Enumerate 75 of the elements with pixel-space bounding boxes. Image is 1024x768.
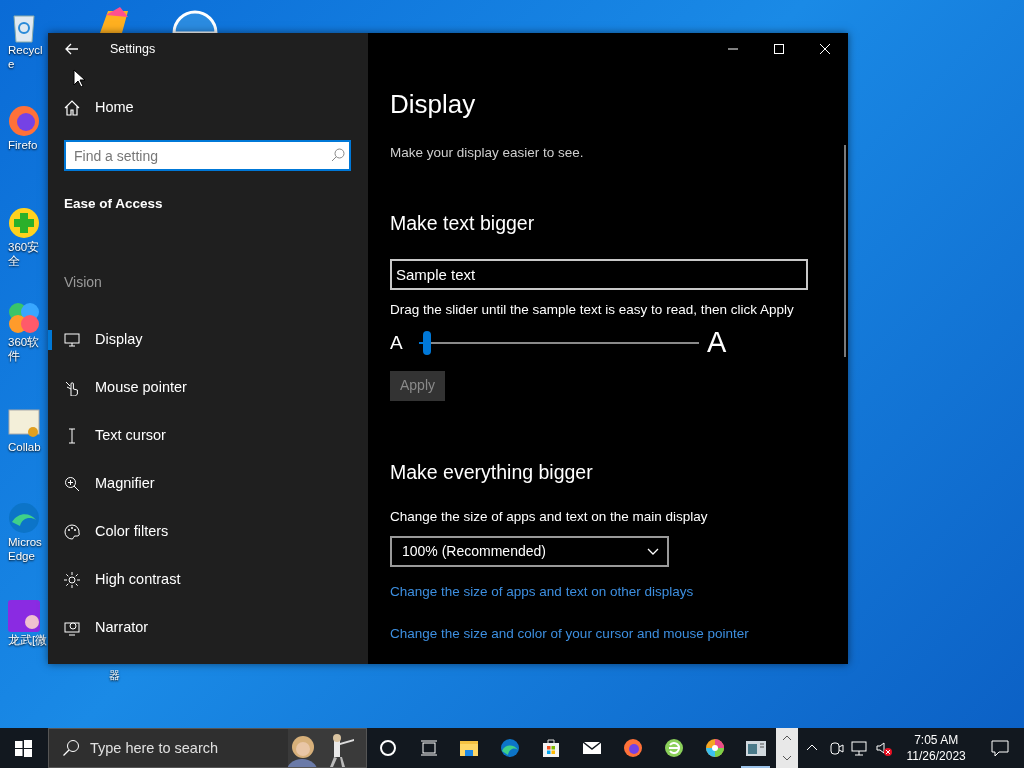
icon-label: Recycle <box>7 44 44 72</box>
wave-icon <box>500 738 521 758</box>
desktop-text: 器 <box>109 668 120 683</box>
window-title: Settings <box>110 40 156 58</box>
network-icon[interactable] <box>851 740 870 756</box>
icon-label: Collab <box>7 441 42 455</box>
nav-item[interactable]: Display <box>48 316 368 365</box>
search-field[interactable]: Find a setting <box>64 140 351 171</box>
close-icon <box>820 44 830 54</box>
windows-logo-icon <box>15 739 33 757</box>
muted-speaker-icon[interactable] <box>875 740 894 756</box>
palette-icon <box>63 524 80 541</box>
taskbar-search-box[interactable]: Type here to search <box>47 728 368 768</box>
clock-date[interactable]: 11/26/2023 <box>896 748 977 765</box>
hand-pointer-icon <box>63 380 80 397</box>
nav-item[interactable]: Color filters <box>48 508 368 557</box>
text-size-slider[interactable] <box>419 330 699 355</box>
page-title: Display <box>390 89 477 121</box>
globe-icon <box>664 738 684 758</box>
wave-icon <box>6 500 42 536</box>
task-view-icon <box>418 738 439 758</box>
page-subtitle: Make your display easier to see. <box>390 144 585 163</box>
plus-shield-icon <box>6 205 42 241</box>
link[interactable]: Change the size and color of your cursor and mouse pointer <box>390 623 848 644</box>
magnifier-icon <box>63 476 80 493</box>
section-heading: Make text bigger <box>390 211 536 237</box>
nav-item[interactable]: Text cursor <box>48 412 368 461</box>
slider-thumb[interactable] <box>422 330 431 355</box>
back-arrow-icon <box>65 43 79 55</box>
folder-icon <box>459 738 480 758</box>
icon-label: Firefo <box>7 139 39 153</box>
circle-icon <box>377 738 398 758</box>
icon-label: 360软件 <box>7 336 41 364</box>
search-icon <box>61 739 80 757</box>
taskbar-search-field[interactable]: Type here to search <box>89 733 280 763</box>
nav-item[interactable]: Magnifier <box>48 460 368 509</box>
swirl-icon <box>704 738 725 758</box>
clock-time[interactable]: 7:05 AM <box>896 731 977 748</box>
scale-dropdown[interactable]: 100% (Recommended) <box>390 536 669 568</box>
icon-label: 360安全 <box>7 241 41 269</box>
fox-icon <box>6 103 42 139</box>
petals-icon <box>6 300 42 336</box>
nav-item[interactable]: Mouse pointer <box>48 364 368 413</box>
store-icon <box>541 738 562 758</box>
scrollbar[interactable] <box>844 145 846 357</box>
instruction-text: Drag the slider until the sample text is easy to read, then click Apply <box>390 300 795 319</box>
fox-icon <box>623 738 644 758</box>
nav-item[interactable]: Narrator <box>48 604 368 653</box>
small-a-label: A <box>390 330 404 355</box>
nav-item[interactable]: High contrast <box>48 556 368 605</box>
camera-icon[interactable] <box>828 740 845 756</box>
game-icon <box>6 598 42 634</box>
home-link[interactable]: Home <box>95 97 134 119</box>
chevron-down-icon <box>647 547 659 556</box>
monitor-icon <box>63 332 80 349</box>
sun-icon <box>63 572 80 589</box>
maximize-icon <box>774 44 784 54</box>
sample-text-box: Sample text <box>390 258 808 290</box>
mouse-cursor-icon <box>73 69 85 87</box>
notification-icon <box>991 739 1010 757</box>
section-heading: Ease of Access <box>64 195 164 213</box>
icon-label: Micros Edge <box>7 536 43 564</box>
app-window-icon <box>744 738 767 758</box>
section-heading: Make everything bigger <box>390 459 594 485</box>
link[interactable]: Change the size of apps and text on other displays <box>390 582 848 603</box>
narrator-icon <box>63 620 80 637</box>
taskbar-scroll[interactable] <box>776 728 799 768</box>
home-icon <box>63 100 80 116</box>
group-label: Vision <box>64 273 103 293</box>
field-label: Change the size of apps and text on the main display <box>390 508 709 527</box>
chevron-up-icon <box>782 735 793 741</box>
icon-label: 龙武[微 <box>7 634 48 648</box>
large-a-label: A <box>707 325 727 361</box>
chevron-down-icon <box>782 755 793 761</box>
search-icon <box>331 148 345 162</box>
